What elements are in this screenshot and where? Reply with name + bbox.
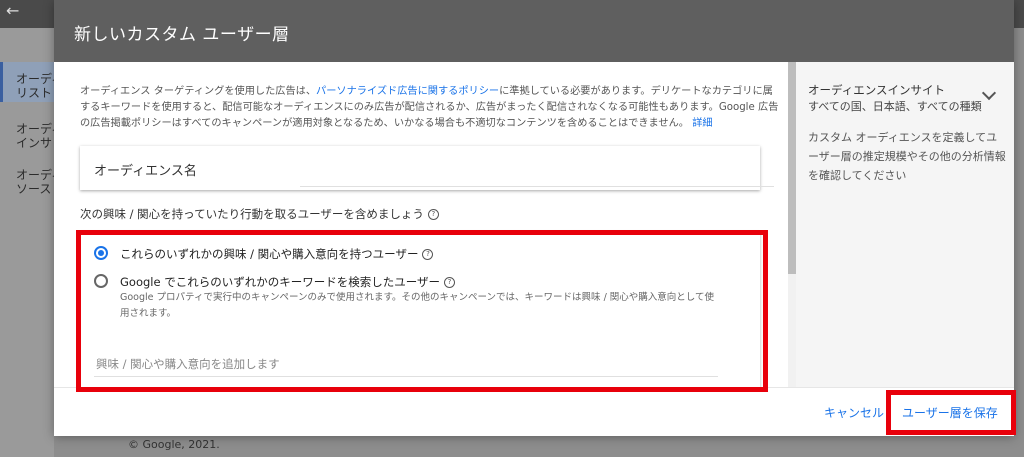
cancel-button[interactable]: キャンセル — [824, 404, 884, 421]
dialog-footer: キャンセル ユーザー層を保存 — [54, 387, 1014, 436]
insights-body: カスタム オーディエンスを定義してユーザー層の推定規模やその他の分析情報を確認し… — [808, 131, 1006, 182]
footer-copyright: © Google, 2021. — [128, 438, 220, 451]
dialog-header: 新しいカスタム ユーザー層 — [54, 0, 1014, 62]
audience-insights-panel: オーディエンスインサイト すべての国、日本語、すべての種類 カスタム オーディエ… — [796, 62, 1014, 387]
help-icon[interactable]: ? — [427, 209, 439, 220]
insights-title: オーディエンスインサイト — [808, 83, 945, 97]
dialog-title: 新しいカスタム ユーザー層 — [74, 25, 290, 45]
app-sidebar: オーディ リスト オーディ インサ オーディ ソース — [0, 28, 63, 457]
audience-name-input[interactable] — [300, 164, 774, 187]
personalized-ads-policy-link[interactable]: パーソナライズド広告に関するポリシー — [316, 86, 499, 97]
dialog-scrollbar-thumb[interactable] — [788, 62, 796, 274]
back-arrow-icon[interactable]: ← — [6, 0, 19, 22]
insights-subtitle: すべての国、日本語、すべての種類 — [808, 100, 982, 113]
include-prompt-text: 次の興味 / 関心を持っていたり行動を取るユーザーを含めましょう — [80, 207, 424, 221]
highlight-box-save — [886, 390, 1016, 435]
audience-name-card: オーディエンス名 — [80, 146, 774, 190]
policy-text-1: オーディエンス ターゲティングを使用した広告は、 — [80, 86, 317, 97]
chevron-down-icon[interactable] — [981, 85, 997, 101]
learn-more-link[interactable]: 詳細 — [692, 118, 712, 129]
audience-name-label: オーディエンス名 — [94, 164, 197, 179]
highlight-box-options — [76, 230, 768, 392]
include-prompt: 次の興味 / 関心を持っていたり行動を取るユーザーを含めましょう? — [80, 206, 439, 222]
policy-notice: オーディエンス ターゲティングを使用した広告は、パーソナライズド広告に関するポリ… — [80, 84, 780, 132]
